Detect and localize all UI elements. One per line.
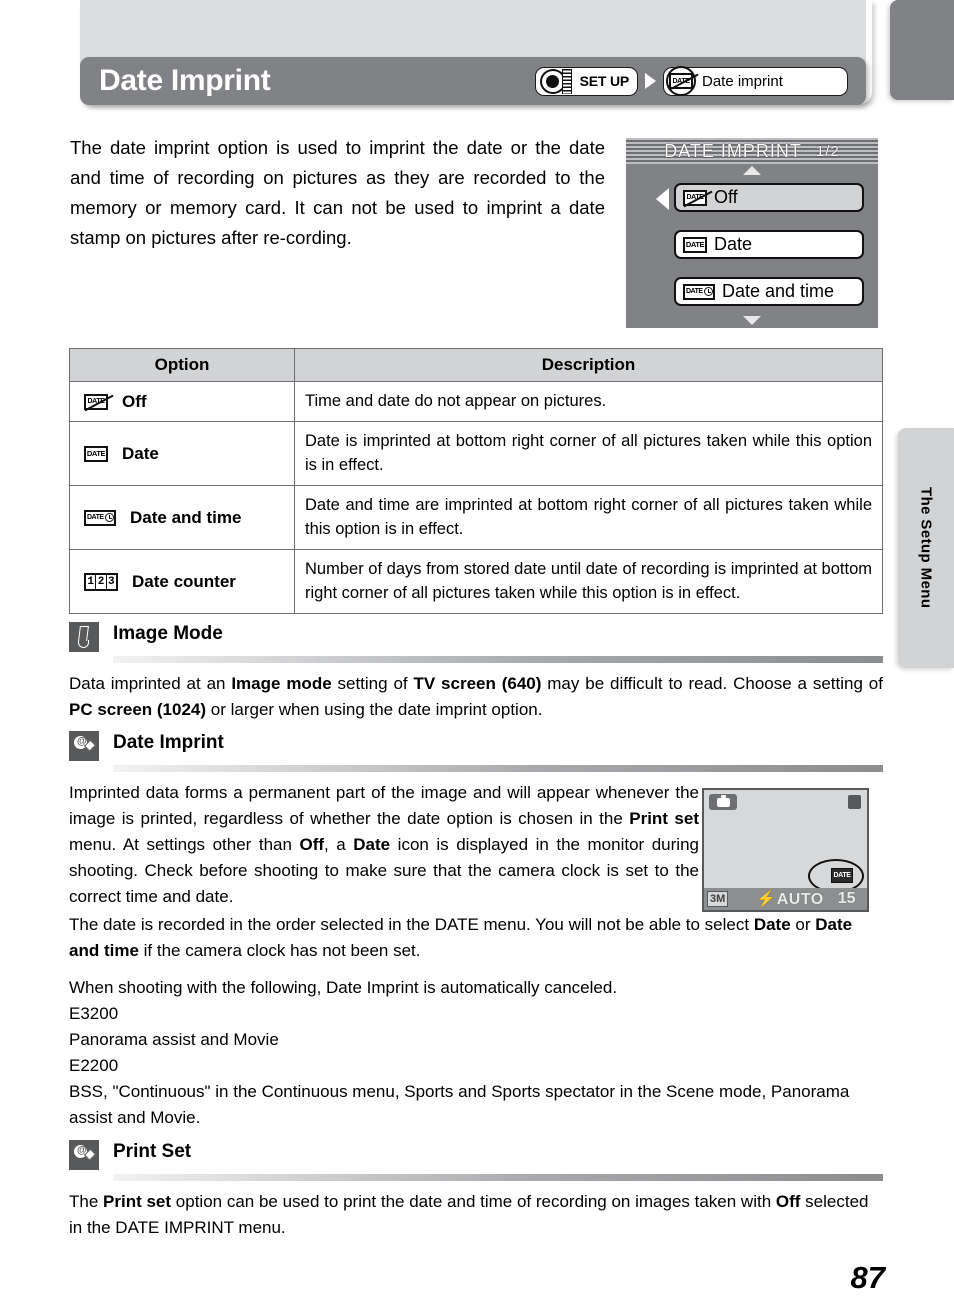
- table-cell-option: DATE Date and time: [69, 485, 295, 550]
- lcd-menu-title: DATE IMPRINT: [664, 140, 802, 161]
- date-crossed-icon: DATE: [666, 66, 696, 96]
- note-body: Data imprinted at an Image mode setting …: [69, 674, 883, 719]
- note-body-para3: When shooting with the following, Date I…: [69, 975, 883, 1131]
- note-image-mode: Image Mode Data imprinted at an Image mo…: [69, 622, 883, 723]
- table-row: DATE Date Date is imprinted at bottom ri…: [69, 421, 883, 486]
- note-rule: [113, 1174, 883, 1181]
- table-row: 123 Date counter Number of days from sto…: [69, 549, 883, 614]
- left-triangle-cursor-icon: [656, 188, 669, 210]
- table-cell-description: Number of days from stored date until da…: [294, 549, 883, 614]
- camera-lcd-menu: DATE IMPRINT 1/2 DATE Off DATE Date DATE…: [626, 138, 878, 328]
- page-header: Date Imprint SET UP DATE Date imprint: [80, 57, 866, 105]
- lcd-menu-page: 1/2: [815, 142, 840, 160]
- breadcrumb-setup-label: SET UP: [579, 73, 630, 89]
- note-body-para1: Imprinted data forms a permanent part of…: [69, 783, 699, 906]
- lcd-menu-item-label: Date: [714, 234, 753, 254]
- note-print-set: Print Set The Print set option can be us…: [69, 1140, 883, 1241]
- breadcrumb-menu-pill[interactable]: DATE Date imprint: [663, 66, 848, 96]
- date-badge-label: DATE: [833, 872, 851, 879]
- cancel-list-line: BSS, "Continuous" in the Continuous menu…: [69, 1082, 850, 1127]
- chevron-down-icon: [743, 316, 761, 325]
- date-crossed-icon: DATE: [683, 189, 707, 206]
- table-cell-option: 123 Date counter: [69, 549, 295, 614]
- date-icon: DATE: [683, 236, 707, 253]
- table-option-label: Date counter: [132, 571, 236, 591]
- section-side-tab-label: The Setup Menu: [917, 487, 935, 609]
- lcd-menu-item-label: Off: [714, 187, 738, 207]
- table-row: DATE Off Time and date do not appear on …: [69, 381, 883, 422]
- camera-mode-icon: [709, 794, 737, 810]
- lcd-menu-item-date[interactable]: DATE Date: [674, 230, 864, 259]
- section-side-tab: The Setup Menu: [898, 428, 954, 668]
- table-header-option: Option: [69, 348, 295, 382]
- pencil-icon: [69, 622, 99, 652]
- lcd-menu-title-bar: DATE IMPRINT 1/2: [626, 138, 878, 164]
- tip-bulb-icon: [69, 1140, 99, 1170]
- flash-mode-label: ⚡AUTO: [756, 891, 824, 908]
- shots-remaining-label: 15: [837, 890, 856, 907]
- battery-icon: [848, 795, 861, 809]
- date-counter-icon: 123: [84, 572, 118, 591]
- table-option-label: Date and time: [130, 507, 242, 527]
- cancel-list-line: When shooting with the following, Date I…: [69, 978, 618, 997]
- cancel-list-line: E3200: [69, 1004, 119, 1023]
- chevron-up-icon: [743, 166, 761, 175]
- path-arrow-icon: [645, 73, 656, 89]
- note-body-para2: The date is recorded in the order select…: [69, 915, 853, 960]
- top-right-tab: [890, 0, 954, 100]
- breadcrumb-menu-label: Date imprint: [702, 72, 783, 90]
- table-option-label: Off: [122, 391, 147, 411]
- date-icon: DATE: [84, 445, 108, 462]
- cancel-list-line: Panorama assist and Movie: [69, 1030, 279, 1049]
- breadcrumb-setup-pill[interactable]: SET UP: [534, 66, 638, 96]
- table-cell-description: Time and date do not appear on pictures.: [294, 381, 883, 422]
- lcd-menu-item-label: Date and time: [722, 281, 835, 301]
- date-clock-icon: DATE: [84, 509, 116, 526]
- note-body: The Print set option can be used to prin…: [69, 1192, 869, 1237]
- lcd-menu-item-date-and-time[interactable]: DATE Date and time: [674, 277, 864, 306]
- date-badge-icon: DATE: [831, 868, 853, 883]
- note-rule: [113, 765, 883, 772]
- table-cell-option: DATE Date: [69, 421, 295, 486]
- table-cell-description: Date and time are imprinted at bottom ri…: [294, 485, 883, 550]
- table-cell-description: Date is imprinted at bottom right corner…: [294, 421, 883, 486]
- options-table: Option Description DATE Off Time and dat…: [69, 348, 883, 614]
- lcd-menu-item-off[interactable]: DATE Off: [674, 183, 864, 212]
- table-row: DATE Date and time Date and time are imp…: [69, 485, 883, 550]
- table-option-label: Date: [122, 443, 159, 463]
- camera-monitor-preview: DATE 3M ⚡AUTO 15: [702, 788, 869, 912]
- table-cell-option: DATE Off: [69, 381, 295, 422]
- note-title: Print Set: [113, 1141, 192, 1162]
- note-title: Image Mode: [113, 623, 223, 644]
- note-title: Date Imprint: [113, 732, 224, 753]
- breadcrumb: SET UP DATE Date imprint: [534, 66, 848, 96]
- date-crossed-icon: DATE: [84, 393, 108, 410]
- date-clock-icon: DATE: [683, 283, 715, 300]
- cancel-list-line: E2200: [69, 1056, 119, 1075]
- intro-paragraph: The date imprint option is used to impri…: [70, 137, 605, 248]
- table-header-row: Option Description: [69, 348, 883, 382]
- table-header-description: Description: [294, 348, 883, 382]
- image-size-label: 3M: [707, 891, 729, 907]
- setup-dial-icon: [539, 68, 578, 94]
- tip-bulb-icon: [69, 731, 99, 761]
- page-title: Date Imprint: [99, 64, 271, 97]
- note-rule: [113, 656, 883, 663]
- monitor-status-bar: 3M ⚡AUTO 15: [704, 888, 867, 910]
- page-number: 87: [850, 1260, 885, 1295]
